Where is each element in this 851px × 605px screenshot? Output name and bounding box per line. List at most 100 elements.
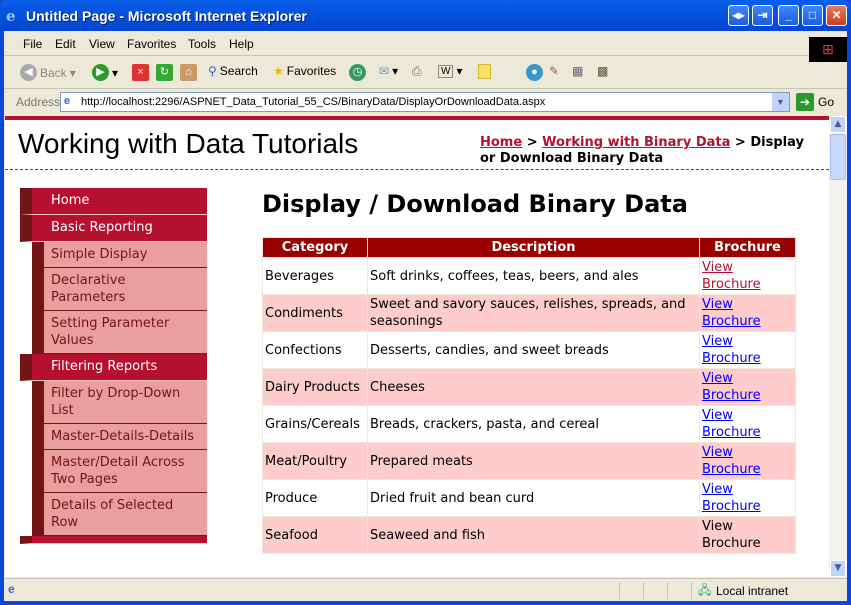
tool-icon: ✎	[549, 64, 560, 78]
description-cell: Dried fruit and bean curd	[367, 479, 700, 517]
forward-button[interactable]: ▶ ▾	[92, 64, 118, 81]
column-header-brochure: Brochure	[699, 237, 796, 258]
menu-favorites[interactable]: Favorites	[127, 37, 176, 51]
refresh-button[interactable]: ↻	[156, 64, 173, 81]
sidebar-item-partial[interactable]	[20, 536, 207, 544]
column-header-description: Description	[367, 237, 700, 258]
page-status-icon: e	[8, 582, 15, 596]
categories-table: Category Description Brochure Beverages S…	[262, 237, 796, 554]
print-button[interactable]: ⎙	[412, 64, 422, 79]
table-row: Confections Desserts, candies, and sweet …	[262, 331, 796, 369]
brochure-cell: View Brochure	[699, 516, 796, 554]
note-icon	[478, 64, 491, 79]
description-cell: Prepared meats	[367, 442, 700, 480]
brochure-cell: View Brochure	[699, 257, 796, 295]
view-brochure-link[interactable]: View Brochure	[702, 408, 761, 440]
menu-tools[interactable]: Tools	[188, 37, 216, 51]
stop-button[interactable]: ×	[132, 64, 149, 81]
back-button[interactable]: ◀ Back ▾	[20, 64, 76, 81]
tool-button-2[interactable]: ▦	[572, 64, 583, 78]
sidebar-item[interactable]: Master/Detail Across Two Pages	[32, 450, 207, 493]
scroll-down-button[interactable]: ▼	[830, 560, 846, 577]
sidebar-item[interactable]: Details of Selected Row	[32, 493, 207, 536]
breadcrumb-home[interactable]: Home	[480, 135, 522, 150]
menu-edit[interactable]: Edit	[55, 37, 76, 51]
sidebar-item[interactable]: Master-Details-Details	[32, 424, 207, 450]
page-icon: e	[64, 95, 71, 107]
scroll-up-button[interactable]: ▲	[830, 116, 846, 133]
sidebar-item[interactable]: Filter by Drop-Down List	[32, 381, 207, 424]
toolbar: ◀ Back ▾ ▶ ▾ × ↻ ⌂ ⚲ Search ★ Favorites ◷ ✉…	[4, 57, 847, 89]
sidebar-item[interactable]: Filtering Reports	[20, 354, 207, 381]
description-cell: Seaweed and fish	[367, 516, 700, 554]
grid-icon: ▩	[597, 64, 609, 78]
table-row: Grains/Cereals Breads, crackers, pasta, a…	[262, 405, 796, 443]
brochure-cell: View Brochure	[699, 294, 796, 332]
forward-arrow-icon: ▶	[92, 64, 109, 81]
address-input[interactable]: e http://localhost:2296/ASPNET_Data_Tuto…	[60, 92, 790, 112]
favorites-button[interactable]: ★ Favorites	[273, 64, 336, 78]
vertical-scrollbar[interactable]: ▲ ▼	[829, 116, 847, 577]
window-title: Untitled Page - Microsoft Internet Explo…	[26, 8, 307, 24]
category-cell: Beverages	[262, 257, 368, 295]
tool-button-1[interactable]: ✎	[549, 64, 559, 78]
go-arrow-icon: ➔	[796, 93, 814, 111]
maximize-button[interactable]: □	[802, 5, 823, 26]
messenger-button[interactable]: ●	[526, 64, 543, 81]
edit-button[interactable]: W ▾	[438, 64, 462, 78]
view-brochure-link[interactable]: View Brochure	[702, 445, 761, 477]
brochure-cell: View Brochure	[699, 331, 796, 369]
description-cell: Desserts, candies, and sweet breads	[367, 331, 700, 369]
category-cell: Seafood	[262, 516, 368, 554]
history-button[interactable]: ◷	[349, 64, 366, 81]
tool-button-3[interactable]: ▩	[597, 64, 608, 78]
mail-button[interactable]: ✉ ▾	[379, 64, 398, 78]
star-icon: ★	[273, 64, 284, 78]
brochure-cell: View Brochure	[699, 442, 796, 480]
table-row: Seafood Seaweed and fish View Brochure	[262, 516, 796, 554]
category-cell: Grains/Cereals	[262, 405, 368, 443]
table-row: Meat/Poultry Prepared meats View Brochure	[262, 442, 796, 480]
sidebar-item[interactable]: Simple Display	[32, 242, 207, 268]
sidebar-item[interactable]: Setting Parameter Values	[32, 311, 207, 354]
discuss-button[interactable]	[478, 64, 491, 79]
view-brochure-link[interactable]: View Brochure	[702, 260, 761, 292]
history-icon: ◷	[349, 64, 366, 81]
home-button[interactable]: ⌂	[180, 64, 197, 81]
menu-help[interactable]: Help	[229, 37, 254, 51]
sidebar-item[interactable]: Declarative Parameters	[32, 268, 207, 311]
refresh-icon: ↻	[156, 64, 173, 81]
description-cell: Soft drinks, coffees, teas, beers, and a…	[367, 257, 700, 295]
menu-view[interactable]: View	[89, 37, 115, 51]
menu-file[interactable]: File	[23, 37, 42, 51]
table-row: Produce Dried fruit and bean curd View Bro…	[262, 479, 796, 517]
description-cell: Cheeses	[367, 368, 700, 406]
view-brochure-link[interactable]: View Brochure	[702, 334, 761, 366]
category-cell: Produce	[262, 479, 368, 517]
close-button[interactable]: ✕	[826, 5, 847, 26]
ie-icon: e	[6, 7, 16, 25]
search-icon: ⚲	[208, 64, 217, 78]
search-button[interactable]: ⚲ Search	[208, 64, 258, 78]
scroll-thumb[interactable]	[830, 134, 846, 180]
sidebar-item[interactable]: Home	[20, 188, 207, 215]
page-content: Working with Data Tutorials Home > Worki…	[5, 116, 829, 577]
breadcrumb: Home > Working with Binary Data > Displa…	[480, 135, 804, 166]
go-button[interactable]: ➔ Go	[796, 93, 834, 111]
breadcrumb-section[interactable]: Working with Binary Data	[542, 135, 730, 150]
back-forward-icon[interactable]: ◂▸	[728, 5, 749, 26]
brochure-cell: View Brochure	[699, 368, 796, 406]
sidebar-item[interactable]: Basic Reporting	[20, 215, 207, 242]
view-brochure-link[interactable]: View Brochure	[702, 371, 761, 403]
restore-icon[interactable]: ⇥	[752, 5, 773, 26]
address-bar: Address e http://localhost:2296/ASPNET_D…	[4, 90, 847, 115]
view-brochure-link[interactable]: View Brochure	[702, 482, 761, 514]
minimize-button[interactable]: _	[778, 5, 799, 26]
view-brochure-link[interactable]: View Brochure	[702, 297, 761, 329]
brochure-cell: View Brochure	[699, 405, 796, 443]
description-cell: Sweet and savory sauces, relishes, sprea…	[367, 294, 700, 332]
address-label: Address	[16, 95, 61, 109]
address-dropdown[interactable]: ▼	[772, 93, 789, 111]
table-row: Condiments Sweet and savory sauces, relis…	[262, 294, 796, 332]
mail-icon: ✉	[379, 64, 390, 78]
